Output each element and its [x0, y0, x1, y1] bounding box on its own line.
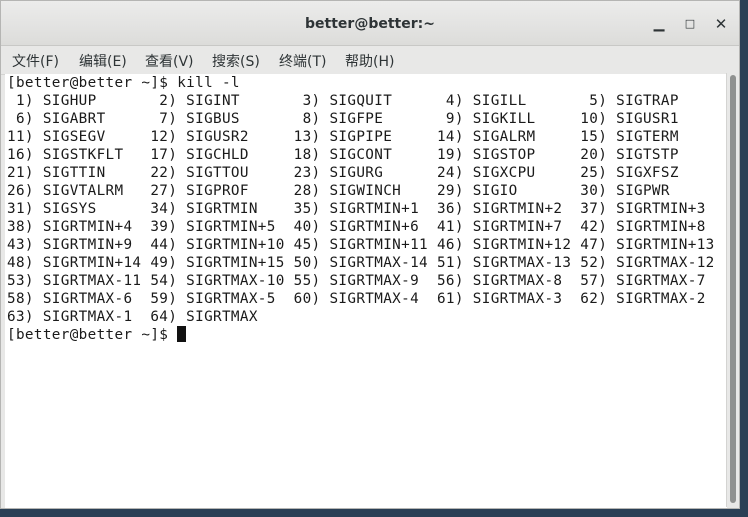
output-line: 11) SIGSEGV 12) SIGUSR2 13) SIGPIPE 14) … [7, 129, 679, 145]
output-line: 21) SIGTTIN 22) SIGTTOU 23) SIGURG 24) S… [7, 165, 679, 181]
output-line: 53) SIGRTMAX-11 54) SIGRTMAX-10 55) SIGR… [7, 273, 706, 289]
scroll-thumb[interactable] [730, 75, 736, 503]
prompt-line: [better@better ~]$ [7, 327, 178, 343]
command-line: [better@better ~]$ kill -l [7, 75, 240, 91]
output-line: 38) SIGRTMIN+4 39) SIGRTMIN+5 40) SIGRTM… [7, 219, 706, 235]
close-button[interactable]: ✕ [712, 15, 730, 33]
menu-terminal[interactable]: 终端(T) [279, 51, 326, 71]
desktop-background [740, 0, 748, 517]
window-title: better@better:~ [305, 16, 435, 32]
text-cursor [177, 326, 187, 342]
output-line: 26) SIGVTALRM 27) SIGPROF 28) SIGWINCH 2… [7, 183, 670, 199]
output-line: 16) SIGSTKFLT 17) SIGCHLD 18) SIGCONT 19… [7, 147, 679, 163]
menu-bar: 文件(F) 编辑(E) 查看(V) 搜索(S) 终端(T) 帮助(H) [1, 46, 739, 75]
output-line: 1) SIGHUP 2) SIGINT 3) SIGQUIT 4) SIGILL… [7, 93, 679, 109]
menu-help[interactable]: 帮助(H) [345, 51, 394, 71]
vertical-scrollbar[interactable] [726, 73, 739, 507]
title-bar[interactable]: better@better:~ ▁ □ ✕ [1, 1, 739, 46]
menu-view[interactable]: 查看(V) [145, 51, 194, 71]
output-line: 31) SIGSYS 34) SIGRTMIN 35) SIGRTMIN+1 3… [7, 201, 706, 217]
menu-file[interactable]: 文件(F) [12, 51, 59, 71]
terminal-window: better@better:~ ▁ □ ✕ 文件(F) 编辑(E) 查看(V) … [0, 0, 740, 509]
menu-search[interactable]: 搜索(S) [212, 51, 260, 71]
terminal-area[interactable]: [better@better ~]$ kill -l 1) SIGHUP 2) … [5, 74, 727, 508]
output-line: 58) SIGRTMAX-6 59) SIGRTMAX-5 60) SIGRTM… [7, 291, 706, 307]
terminal-text: [better@better ~]$ kill -l 1) SIGHUP 2) … [7, 74, 715, 344]
maximize-button[interactable]: □ [681, 15, 699, 33]
output-line: 6) SIGABRT 7) SIGBUS 8) SIGFPE 9) SIGKIL… [7, 111, 679, 127]
menu-edit[interactable]: 编辑(E) [79, 51, 127, 71]
output-line: 43) SIGRTMIN+9 44) SIGRTMIN+10 45) SIGRT… [7, 237, 715, 253]
minimize-button[interactable]: ▁ [650, 15, 668, 33]
output-line: 63) SIGRTMAX-1 64) SIGRTMAX [7, 309, 258, 325]
output-line: 48) SIGRTMIN+14 49) SIGRTMIN+15 50) SIGR… [7, 255, 715, 271]
